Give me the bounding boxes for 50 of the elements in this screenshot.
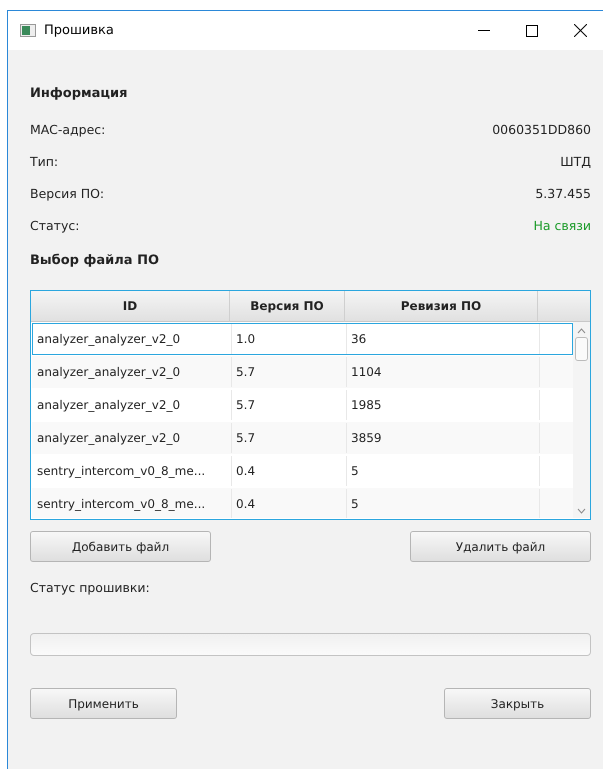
- table-cell: sentry_intercom_v0_8_me...: [33, 489, 232, 518]
- column-header[interactable]: Ревизия ПО: [345, 291, 538, 322]
- table-cell: analyzer_analyzer_v2_0: [33, 390, 232, 420]
- table-cell: 1985: [347, 390, 540, 420]
- field-value: 0060351DD860: [492, 122, 591, 136]
- field-label: Статус:: [30, 218, 80, 232]
- table-cell: analyzer_analyzer_v2_0: [33, 357, 232, 387]
- table-cell: 0.4: [232, 489, 347, 518]
- field-label: Версия ПО:: [30, 186, 104, 200]
- flash-status-label: Статус прошивки:: [30, 580, 151, 595]
- column-header[interactable]: ID: [31, 291, 230, 322]
- close-icon: [574, 24, 586, 37]
- section-heading: Информация: [30, 86, 128, 101]
- minimize-icon: [478, 30, 490, 31]
- field-value: ШТД: [560, 154, 591, 168]
- close-dialog-button[interactable]: Закрыть: [444, 688, 591, 719]
- table-row[interactable]: analyzer_analyzer_v2_0 5.7 3859: [32, 422, 573, 454]
- table-cell: 1.0: [232, 324, 347, 354]
- scroll-down-icon[interactable]: [577, 508, 586, 514]
- table-cell: 5: [347, 456, 540, 486]
- field-label: MAC-адрес:: [30, 122, 106, 136]
- table-row[interactable]: sentry_intercom_v0_8_me... 0.4 5: [32, 488, 573, 518]
- maximize-icon: [526, 24, 538, 36]
- table-cell: 3859: [347, 423, 540, 453]
- delete-file-button[interactable]: Удалить файл: [410, 531, 591, 562]
- window-title: Прошивка: [44, 23, 115, 38]
- add-file-button[interactable]: Добавить файл: [30, 531, 211, 562]
- table-cell: 0.4: [232, 456, 347, 486]
- field-label: Тип:: [30, 154, 58, 168]
- column-header[interactable]: Версия ПО: [230, 291, 345, 322]
- table-cell: 1104: [347, 357, 540, 387]
- header-filler: [538, 291, 590, 322]
- table-row[interactable]: analyzer_analyzer_v2_0 1.0 36: [32, 323, 573, 355]
- scrollbar[interactable]: [573, 322, 590, 518]
- table-cell: 5.7: [232, 390, 347, 420]
- section-heading: Выбор файла ПО: [30, 253, 160, 268]
- scroll-thumb[interactable]: [575, 337, 588, 361]
- table-cell: analyzer_analyzer_v2_0: [33, 324, 232, 354]
- table-cell: sentry_intercom_v0_8_me...: [33, 456, 232, 486]
- status-value: На связи: [533, 218, 591, 232]
- table-cell: analyzer_analyzer_v2_0: [33, 423, 232, 453]
- table-row[interactable]: analyzer_analyzer_v2_0 5.7 1104: [32, 356, 573, 388]
- table-cell: 5.7: [232, 423, 347, 453]
- app-icon: [20, 24, 36, 37]
- field-value: 5.37.455: [535, 186, 591, 200]
- table-cell: 36: [347, 324, 540, 354]
- table-cell: 5: [347, 489, 540, 518]
- table-cell: 5.7: [232, 357, 347, 387]
- apply-button[interactable]: Применить: [30, 688, 177, 719]
- scroll-up-icon[interactable]: [577, 328, 586, 334]
